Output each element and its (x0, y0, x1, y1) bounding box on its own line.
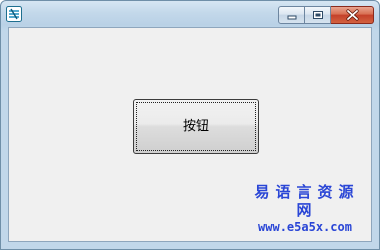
close-icon (346, 9, 359, 21)
app-window: 按钮 易语言资源网 www.e5a5x.com (0, 0, 380, 250)
app-logo-icon[interactable] (6, 6, 22, 22)
maximize-icon (313, 11, 323, 19)
minimize-button[interactable] (278, 6, 305, 24)
main-button[interactable]: 按钮 (133, 99, 259, 154)
minimize-icon (287, 15, 297, 20)
close-button[interactable] (331, 6, 374, 24)
caption-buttons (278, 6, 374, 24)
button-label: 按钮 (182, 119, 209, 134)
maximize-button[interactable] (305, 6, 331, 24)
client-area: 按钮 易语言资源网 www.e5a5x.com (8, 27, 372, 242)
watermark-url: www.e5a5x.com (258, 220, 352, 234)
watermark: 易语言资源网 www.e5a5x.com (245, 183, 365, 235)
title-bar[interactable] (1, 1, 379, 27)
watermark-title: 易语言资源网 (254, 183, 360, 219)
